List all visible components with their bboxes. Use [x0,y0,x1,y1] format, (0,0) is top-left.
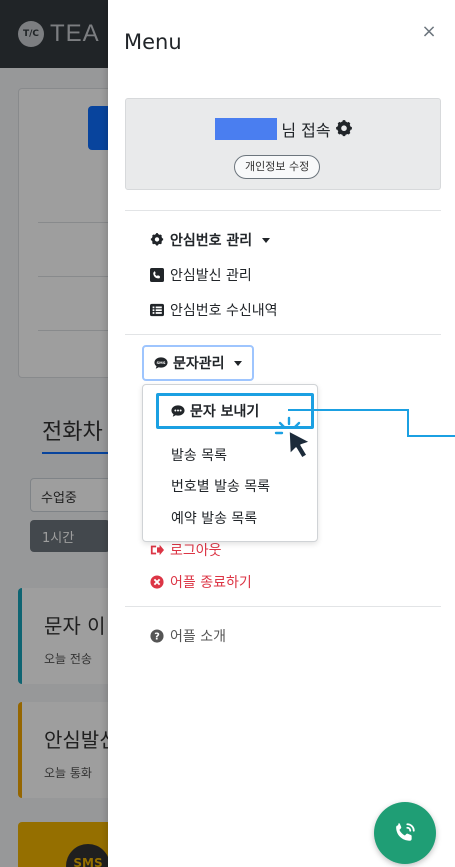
question-circle-icon: ? [150,629,164,643]
list-alt-icon [150,303,164,317]
user-status-row: 님 접속 [126,117,442,141]
svg-text:?: ? [154,632,160,643]
phone-call-icon [396,823,415,841]
menu-label: 안심번호 관리 [170,233,253,249]
user-info-box: 님 접속 개인정보 수정 [125,98,441,190]
phone-square-icon [150,268,164,282]
pointer-cursor-icon [274,416,311,459]
call-fab-button[interactable] [374,802,436,864]
user-connected-label: 님 접속 [281,121,331,140]
caret-down-icon [233,360,242,366]
gear-icon [150,233,164,246]
times-circle-icon [150,575,164,589]
sms-bubble-icon: SMS [154,357,168,369]
menu-label: 안심번호 수신내역 [170,303,278,319]
svg-text:SMS: SMS [157,361,166,365]
panel-header: Menu × [108,0,455,82]
user-name-redacted [215,118,278,140]
menu-label: 어플 소개 [170,629,226,645]
gear-icon[interactable] [335,120,353,138]
close-button[interactable]: × [417,20,441,44]
dropdown-item-send-list-by-number[interactable]: 번호별 발송 목록 [171,476,270,496]
menu-safe-number-manage[interactable]: 안심번호 관리 [150,230,271,250]
divider [125,334,441,335]
edit-profile-button[interactable]: 개인정보 수정 [234,155,321,179]
divider [125,606,441,607]
sms-manage-dropdown-toggle[interactable]: SMS 문자관리 [142,345,254,381]
menu-about-app[interactable]: ? 어플 소개 [150,626,226,646]
caret-down-icon [262,237,271,243]
menu-logout[interactable]: 로그아웃 [150,540,222,560]
menu-label: 로그아웃 [170,543,222,559]
menu-safe-number-inbox[interactable]: 안심번호 수신내역 [150,300,278,320]
sms-manage-label: 문자관리 [173,356,225,372]
panel-title: Menu [124,30,182,54]
divider [125,210,441,211]
comment-dots-icon [171,405,185,417]
dropdown-item-label: 문자 보내기 [190,404,260,420]
menu-label: 안심발신 관리 [170,268,252,284]
sign-out-icon [150,544,164,556]
menu-label: 어플 종료하기 [170,575,252,591]
menu-safe-call-manage[interactable]: 안심발신 관리 [150,265,252,285]
dropdown-item-reserved-send-list[interactable]: 예약 발송 목록 [171,508,257,528]
menu-quit-app[interactable]: 어플 종료하기 [150,572,252,592]
dropdown-item-send-list[interactable]: 발송 목록 [171,445,227,465]
